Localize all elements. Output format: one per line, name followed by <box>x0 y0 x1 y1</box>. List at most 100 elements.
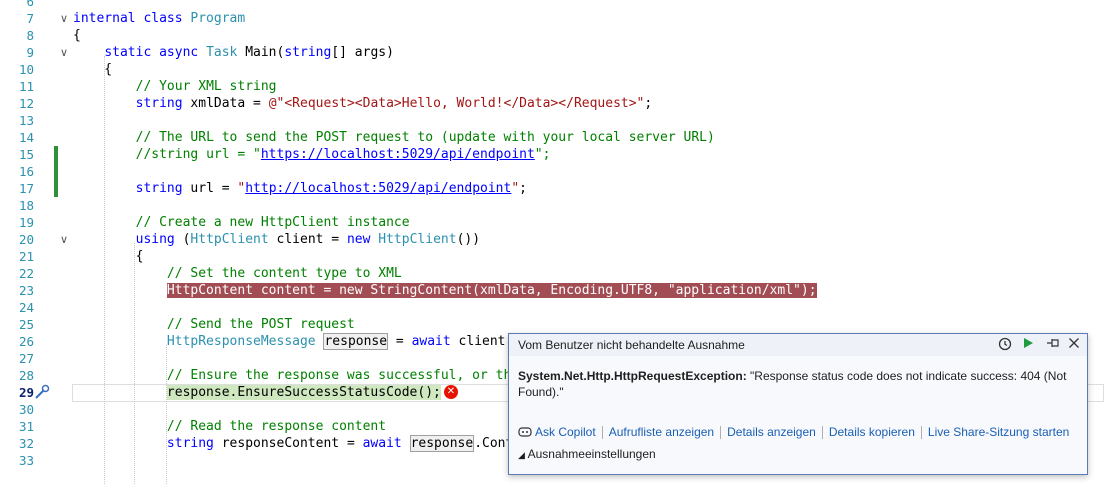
code-token: url = <box>190 181 238 196</box>
code-line[interactable]: 21 { <box>0 248 1104 265</box>
line-number: 13 <box>18 113 34 128</box>
code-line[interactable]: 24 <box>0 299 1104 316</box>
ask-copilot-link[interactable]: Ask Copilot <box>535 425 596 439</box>
code-line[interactable]: 15 //string url = "https://localhost:502… <box>0 146 1104 163</box>
indent-guide <box>166 345 167 484</box>
code-token: // Ensure the response was successful, o… <box>166 368 520 383</box>
code-token: responseContent = <box>221 436 363 451</box>
history-icon[interactable] <box>997 337 1013 353</box>
code-token: response <box>409 435 475 452</box>
indent-guide <box>104 56 105 484</box>
line-number: 14 <box>18 130 34 145</box>
fold-toggle-icon[interactable]: ∨ <box>58 44 70 61</box>
line-number: 28 <box>18 368 34 383</box>
line-number: 10 <box>18 62 34 77</box>
code-token: Main( <box>245 45 285 60</box>
code-line[interactable]: 19 // Create a new HttpClient instance <box>0 214 1104 231</box>
pin-icon[interactable] <box>1045 337 1061 353</box>
code-text: //string url = "https://localhost:5029/a… <box>73 146 551 163</box>
code-line[interactable]: 20 ∨ using (HttpClient client = new HttpC… <box>0 231 1104 248</box>
fold-toggle-icon[interactable]: ∨ <box>58 10 70 27</box>
exception-type: System.Net.Http.HttpRequestException: <box>518 369 747 383</box>
code-token: ; <box>519 181 527 196</box>
code-token: ; <box>644 96 653 111</box>
code-token: // The URL to send the POST request to (… <box>135 130 715 145</box>
line-number: 11 <box>18 79 34 94</box>
close-icon[interactable] <box>1066 337 1082 353</box>
code-line[interactable]: 11 // Your XML string <box>0 78 1104 95</box>
code-token: //string url = " <box>135 147 261 162</box>
code-token: internal class <box>73 11 191 26</box>
line-number: 26 <box>18 334 34 349</box>
code-line[interactable]: 9 ∨ static async Task Main(string[] args) <box>0 44 1104 61</box>
code-line[interactable]: 7 ∨ internal class Program <box>0 10 1104 27</box>
code-text: { <box>73 248 144 265</box>
show-details-link[interactable]: Details anzeigen <box>727 425 816 439</box>
code-token: Program <box>190 11 246 26</box>
line-number: 24 <box>18 300 34 315</box>
code-token: HttpClient <box>190 232 277 247</box>
line-number: 12 <box>18 96 34 111</box>
code-line[interactable]: 22 // Set the content type to XML <box>0 265 1104 282</box>
line-number: 6 <box>26 0 34 9</box>
exception-settings-toggle[interactable]: ◢ Ausnahmeeinstellungen <box>518 447 656 461</box>
code-text: // Create a new HttpClient instance <box>73 214 410 231</box>
link-separator <box>601 426 603 440</box>
code-line[interactable]: 12 string xmlData = @"<Request><Data>Hel… <box>0 95 1104 112</box>
code-text: // Ensure the response was successful, o… <box>73 367 519 384</box>
link-separator <box>720 426 722 440</box>
code-token: HttpResponseMessage <box>166 334 324 349</box>
code-token: // Your XML string <box>135 79 277 94</box>
code-line[interactable]: 10 { <box>0 61 1104 78</box>
continue-icon[interactable] <box>1020 337 1036 353</box>
debug-pointer-icon <box>33 384 51 401</box>
code-token: xmlData = <box>190 96 269 111</box>
popup-header: Vom Benutzer nicht behandelte Ausnahme <box>509 334 1087 356</box>
code-text: HttpResponseMessage response = await cli… <box>73 333 521 350</box>
line-number: 16 <box>18 164 34 179</box>
link-separator <box>821 426 823 440</box>
code-line[interactable]: 6 <box>0 0 1104 10</box>
code-token: ()) <box>456 232 481 247</box>
fold-toggle-icon[interactable]: ∨ <box>58 231 70 248</box>
code-line[interactable]: 23 HttpContent content = new StringConte… <box>0 282 1104 299</box>
code-text: HttpContent content = new StringContent(… <box>73 282 817 299</box>
settings-label: Ausnahmeeinstellungen <box>527 447 656 461</box>
code-token: response <box>323 333 389 350</box>
show-callstack-link[interactable]: Aufrufliste anzeigen <box>609 425 714 439</box>
code-token: string <box>135 181 191 196</box>
line-number: 20 <box>18 232 34 247</box>
code-text: internal class Program <box>73 10 245 27</box>
line-number: 31 <box>18 419 34 434</box>
code-text: string url = "http://localhost:5029/api/… <box>73 180 527 197</box>
code-token: await <box>362 436 410 451</box>
link-separator <box>920 426 922 440</box>
change-marker <box>54 180 58 197</box>
code-line[interactable]: 25 // Send the POST request <box>0 316 1104 333</box>
line-number: 33 <box>18 453 34 468</box>
line-number: 32 <box>18 436 34 451</box>
code-token: https://localhost:5029/api/endpoint <box>260 147 535 162</box>
code-token: " <box>511 181 520 196</box>
error-icon[interactable]: ✕ <box>444 385 458 399</box>
code-token: string <box>135 96 191 111</box>
copy-details-link[interactable]: Details kopieren <box>829 425 915 439</box>
indent-guide <box>134 243 135 484</box>
live-share-link[interactable]: Live Share-Sitzung starten <box>928 425 1069 439</box>
popup-links: Ask Copilot Aufrufliste anzeigen Details a… <box>518 424 1069 440</box>
code-line[interactable]: 13 <box>0 112 1104 129</box>
code-line[interactable]: 18 <box>0 197 1104 214</box>
code-token: // Send the POST request <box>166 317 355 332</box>
code-line[interactable]: 8{ <box>0 27 1104 44</box>
code-token: = <box>388 334 412 349</box>
line-number: 25 <box>18 317 34 332</box>
code-line[interactable]: 17 string url = "http://localhost:5029/a… <box>0 180 1104 197</box>
code-line[interactable]: 14 // The URL to send the POST request t… <box>0 129 1104 146</box>
line-number: 8 <box>26 28 34 43</box>
code-line[interactable]: 16 <box>0 163 1104 180</box>
